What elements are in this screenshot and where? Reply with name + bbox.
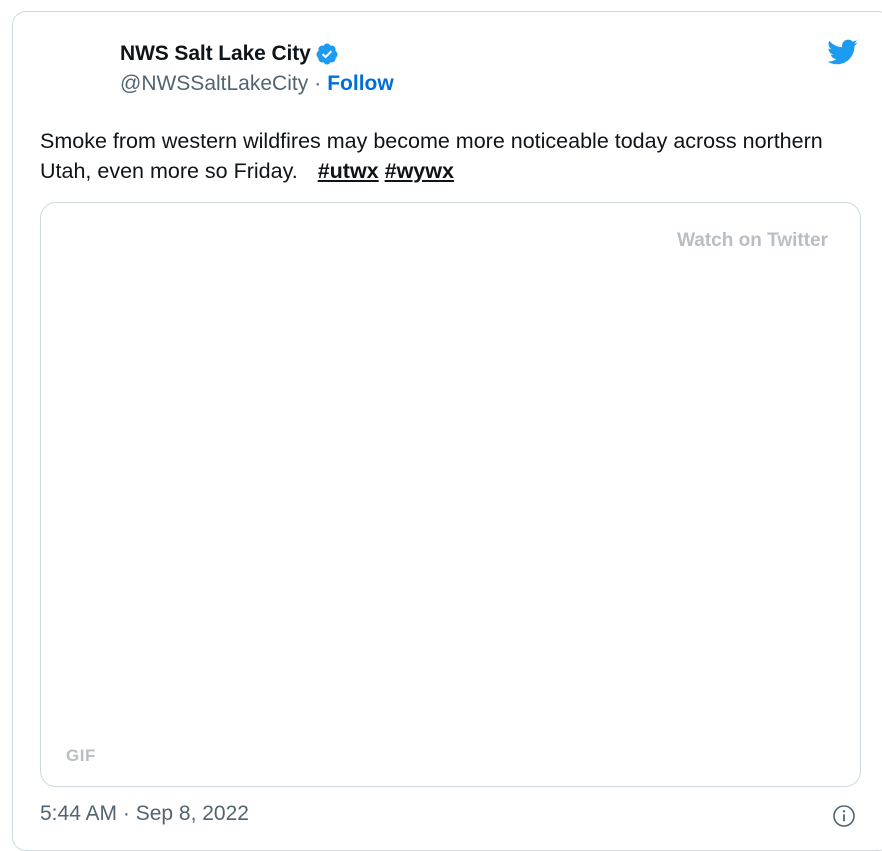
hashtag-wywx[interactable]: #wywx [385, 159, 454, 183]
author-handle-row: @NWSSaltLakeCity · Follow [120, 72, 394, 96]
author-handle[interactable]: @NWSSaltLakeCity [120, 72, 308, 96]
tweet-embed-card: NWS Salt Lake City @NWSSaltLakeCity · Fo… [12, 11, 882, 851]
hashtag-utwx[interactable]: #utwx [318, 159, 379, 183]
handle-separator: · [314, 72, 322, 95]
author-display-name[interactable]: NWS Salt Lake City [120, 42, 311, 66]
tweet-body: Smoke from western wildfires may become … [40, 126, 840, 186]
tweet-timestamp[interactable]: 5:44 AM · Sep 8, 2022 [40, 802, 249, 826]
watch-on-twitter-link[interactable]: Watch on Twitter [677, 230, 828, 252]
follow-button[interactable]: Follow [327, 72, 394, 96]
info-icon[interactable] [832, 804, 856, 828]
media-player[interactable]: Watch on Twitter GIF [40, 202, 861, 787]
tweet-header: NWS Salt Lake City @NWSSaltLakeCity · Fo… [120, 40, 394, 96]
author-name-row: NWS Salt Lake City [120, 40, 394, 68]
gif-badge: GIF [66, 746, 96, 765]
verified-badge-icon [316, 43, 338, 65]
twitter-bird-icon[interactable] [823, 36, 861, 68]
